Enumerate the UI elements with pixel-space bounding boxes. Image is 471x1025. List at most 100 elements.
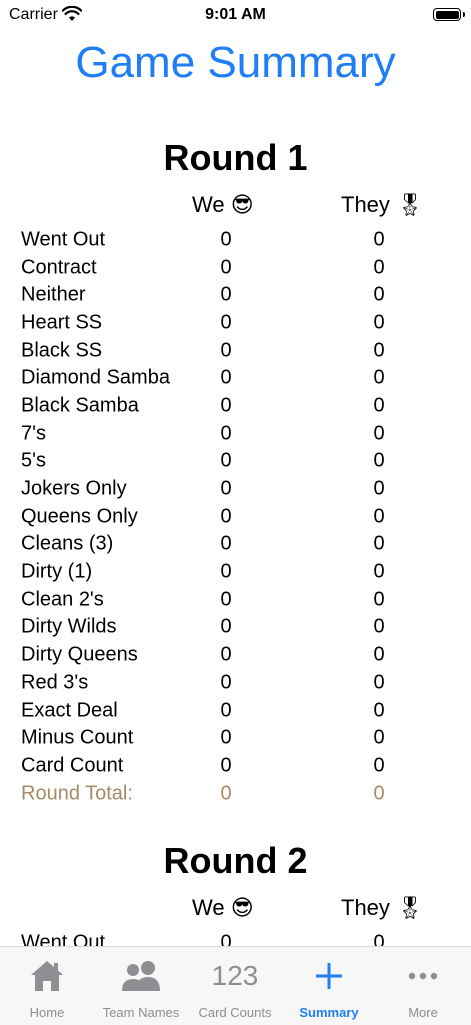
we-score: 0 [220,588,232,611]
team-we-label: We 😎 [192,895,254,921]
we-score: 0 [220,532,232,555]
tab-more[interactable]: More [376,947,470,1025]
category-label: Clean 2's [21,588,104,611]
score-row: Dirty (1) 0 0 [0,558,471,586]
category-label: Card Count [21,754,124,777]
we-score: 0 [220,366,232,389]
they-score: 0 [373,560,385,583]
score-row: Went Out 0 0 [0,929,471,946]
category-label: Diamond Samba [21,366,170,389]
they-score: 0 [373,726,385,749]
they-score: 0 [373,422,385,445]
they-score: 0 [373,643,385,666]
score-row: Clean 2's 0 0 [0,586,471,614]
house-icon [27,957,67,995]
we-score: 0 [220,311,232,334]
they-score: 0 [373,449,385,472]
we-score: 0 [220,931,232,946]
category-label: Queens Only [21,504,138,527]
score-row: Black Samba 0 0 [0,392,471,420]
round-section: Round 1 We 😎 They 🎖 Went Out 0 0 Contract 0 0… [0,128,471,807]
score-row: Jokers Only 0 0 [0,475,471,503]
score-row: Exact Deal 0 0 [0,697,471,725]
category-label: Contract [21,255,97,278]
team-they-label: They 🎖 [341,192,424,217]
category-label: Jokers Only [21,477,127,500]
plus-icon [309,957,349,995]
they-score: 0 [373,394,385,417]
category-label: Cleans (3) [21,532,114,555]
score-row: Neither 0 0 [0,281,471,309]
status-bar: Carrier 9:01 AM [0,0,471,34]
category-label: Exact Deal [21,698,118,721]
123-icon: 123 [211,960,259,991]
tab-label: Summary [299,1005,359,1020]
score-row: Diamond Samba 0 0 [0,364,471,392]
tab-bar: Home Team Names 123 Card Counts Summary [0,946,471,1025]
we-score: 0 [220,560,232,583]
we-score: 0 [220,699,232,722]
team-they-label: They 🎖 [341,895,424,921]
team-header-row: We 😎 They 🎖 [0,188,471,226]
we-score: 0 [220,394,232,417]
category-label: 7's [21,421,46,444]
we-score: 0 [220,505,232,528]
round-title: Round 1 [163,137,308,178]
round-total-label: Round Total: [21,781,133,804]
category-label: Minus Count [21,726,134,749]
category-label: Black SS [21,338,103,361]
tab-summary[interactable]: Summary [282,947,376,1025]
category-label: Went Out [21,931,106,946]
they-score: 0 [373,311,385,334]
round-section: Round 2 We 😎 They 🎖 Went Out 0 0 [0,831,471,946]
score-row: Heart SS 0 0 [0,309,471,337]
category-label: 5's [21,449,46,472]
team-header-row: We 😎 They 🎖 [0,891,471,929]
rounds-scroll-view[interactable]: Round 1 We 😎 They 🎖 Went Out 0 0 Contract 0 0… [0,128,471,946]
we-score: 0 [220,256,232,279]
page-title: Game Summary [75,38,396,87]
score-row: Black SS 0 0 [0,337,471,365]
category-label: Red 3's [21,671,89,694]
category-label: Heart SS [21,311,103,334]
tab-card-counts[interactable]: 123 Card Counts [188,947,282,1025]
category-label: Dirty (1) [21,560,93,583]
we-score: 0 [220,726,232,749]
they-score: 0 [373,671,385,694]
score-row: Minus Count 0 0 [0,724,471,752]
we-score: 0 [220,643,232,666]
we-score: 0 [220,339,232,362]
we-score: 0 [220,754,232,777]
status-time: 9:01 AM [205,6,266,23]
category-label: Dirty Queens [21,643,138,666]
score-row: Dirty Queens 0 0 [0,641,471,669]
score-row: Cleans (3) 0 0 [0,531,471,559]
they-score: 0 [373,931,385,946]
tab-label: More [408,1005,438,1020]
category-label: Black Samba [21,394,139,417]
they-score: 0 [373,532,385,555]
team-we-label: We 😎 [192,192,254,217]
they-score: 0 [373,339,385,362]
tab-team-names[interactable]: Team Names [94,947,188,1025]
score-row: Dirty Wilds 0 0 [0,614,471,642]
category-label: Neither [21,283,86,306]
round-title: Round 2 [163,840,308,882]
we-score: 0 [220,422,232,445]
they-score: 0 [373,588,385,611]
we-score: 0 [220,283,232,306]
round-total-row: Round Total: 0 0 [0,780,471,808]
score-row: 7's 0 0 [0,420,471,448]
tab-home[interactable]: Home [0,947,94,1025]
tab-label: Card Counts [198,1005,272,1020]
they-score: 0 [373,283,385,306]
category-label: Went Out [21,228,106,251]
battery-icon [433,8,465,21]
category-label: Dirty Wilds [21,615,117,638]
we-score: 0 [220,671,232,694]
round-total-we: 0 [220,782,232,805]
they-score: 0 [373,228,385,251]
they-score: 0 [373,699,385,722]
they-score: 0 [373,256,385,279]
they-score: 0 [373,477,385,500]
